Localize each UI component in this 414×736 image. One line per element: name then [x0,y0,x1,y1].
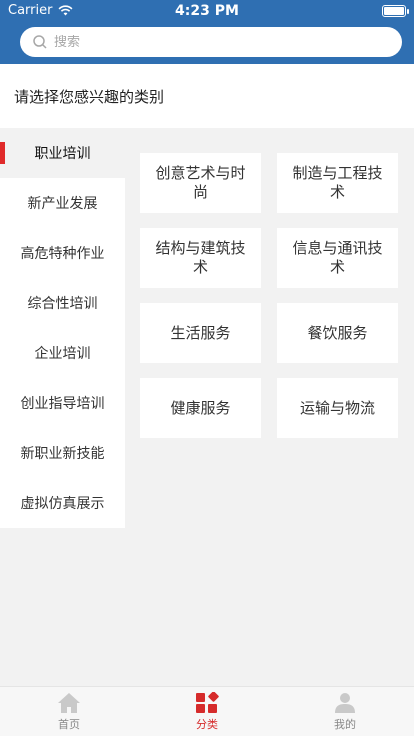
sidebar-item-enterprise-training[interactable]: 企业培训 [0,328,125,378]
tab-label: 我的 [334,718,356,731]
sidebar-item-new-skills[interactable]: 新职业新技能 [0,428,125,478]
search-icon [33,35,47,49]
sidebar-item-new-industry[interactable]: 新产业发展 [0,178,125,228]
sidebar-item-label: 高危特种作业 [20,246,105,262]
clock: 4:23 PM [175,3,239,19]
search-input[interactable] [54,34,354,50]
category-card-creative-arts[interactable]: 创意艺术与时尚 [140,153,261,213]
tab-label: 分类 [196,718,218,731]
category-card-construction[interactable]: 结构与建筑技术 [140,228,261,288]
sidebar-item-label: 虚拟仿真展示 [20,496,105,512]
home-icon [58,693,80,713]
category-icon [196,692,219,713]
sidebar-item-label: 职业培训 [34,146,91,162]
category-prompt: 请选择您感兴趣的类别 [0,64,414,128]
sidebar-item-high-risk-work[interactable]: 高危特种作业 [0,228,125,278]
category-card-life-services[interactable]: 生活服务 [140,303,261,363]
category-card-ict[interactable]: 信息与通讯技术 [277,228,398,288]
tab-category[interactable]: 分类 [138,687,276,736]
search-bar[interactable] [20,27,402,57]
category-card-health[interactable]: 健康服务 [140,378,261,438]
sidebar-item-label: 新职业新技能 [20,446,105,462]
category-card-catering[interactable]: 餐饮服务 [277,303,398,363]
app-root: Carrier 4:23 PM 请选择您感兴趣的类别 职业培训 新产业发展 [0,0,414,736]
sidebar-item-label: 企业培训 [34,346,91,362]
tab-profile[interactable]: 我的 [276,687,414,736]
sidebar-item-virtual-simulation[interactable]: 虚拟仿真展示 [0,478,125,528]
tab-label: 首页 [58,718,80,731]
sidebar-item-entrepreneurship[interactable]: 创业指导培训 [0,378,125,428]
category-card-logistics[interactable]: 运输与物流 [277,378,398,438]
sidebar-item-vocational-training[interactable]: 职业培训 [0,128,125,178]
sidebar-item-comprehensive-training[interactable]: 综合性培训 [0,278,125,328]
sidebar-item-label: 创业指导培训 [20,396,105,412]
status-bar: Carrier 4:23 PM [0,0,414,22]
sidebar-item-label: 新产业发展 [27,196,98,212]
category-card-manufacturing[interactable]: 制造与工程技术 [277,153,398,213]
bottom-tab-bar: 首页 分类 我的 [0,686,414,736]
sidebar-item-label: 综合性培训 [27,296,98,312]
battery-icon [382,5,409,17]
user-icon [335,693,355,713]
tab-home[interactable]: 首页 [0,687,138,736]
category-sidebar: 职业培训 新产业发展 高危特种作业 综合性培训 企业培训 创业指导培训 新职业新… [0,128,125,528]
header: Carrier 4:23 PM [0,0,414,64]
